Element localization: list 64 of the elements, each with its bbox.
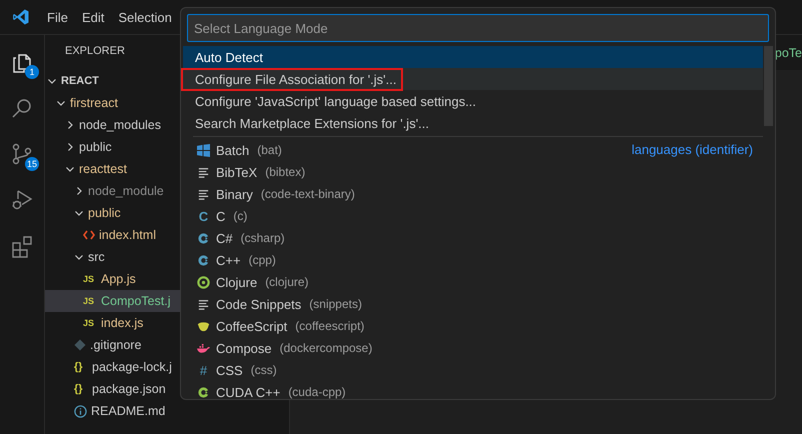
menu-item[interactable]: Auto Detect xyxy=(183,46,763,68)
count-badge: 15 xyxy=(24,157,39,171)
tree-item[interactable]: README.md xyxy=(45,400,289,422)
menu-item[interactable]: File xyxy=(40,10,75,24)
language-item[interactable]: BibTeX (bibtex) xyxy=(183,161,773,183)
menu-item[interactable]: Configure 'JavaScript' language based settings... xyxy=(183,90,763,112)
folder-name: node_modules xyxy=(79,118,162,132)
c-plus-icon xyxy=(197,254,210,266)
folder-name: public xyxy=(88,206,121,220)
menu-item[interactable]: Edit xyxy=(74,10,112,24)
language-item[interactable]: Clojure (clojure) xyxy=(183,271,773,293)
app-logo-icon xyxy=(12,8,30,26)
file-name: package.json xyxy=(92,382,166,396)
diamond-icon xyxy=(74,339,86,351)
file-name: App.js xyxy=(101,272,136,286)
folder-name: node_module xyxy=(88,184,164,198)
folder-name: src xyxy=(88,250,105,264)
menu-item[interactable]: Configure File Association for '.js'... xyxy=(183,68,763,90)
count-badge: 1 xyxy=(25,65,39,79)
group-label: languages (identifier) xyxy=(632,142,753,157)
cup-icon xyxy=(197,320,210,332)
ring-icon xyxy=(197,276,210,288)
braces-icon: {} xyxy=(74,361,88,373)
c-letter-icon: C xyxy=(197,208,210,224)
language-item[interactable]: # CSS (css) xyxy=(183,359,773,381)
braces-icon: {} xyxy=(74,383,88,395)
language-item[interactable]: Binary (code-text-binary) xyxy=(183,183,773,205)
menu-item[interactable]: Search Marketplace Extensions for '.js'... xyxy=(183,112,763,134)
file-name: .gitignore xyxy=(90,338,142,352)
activity-icon[interactable]: 1 xyxy=(0,39,44,85)
file-name: CompoTest.j xyxy=(101,294,170,308)
sidebar-title: EXPLORER xyxy=(65,45,125,57)
whale-icon xyxy=(197,342,210,354)
text-lines-icon xyxy=(197,188,210,200)
language-item[interactable]: C C (c) xyxy=(183,205,773,227)
file-name: package-lock.j xyxy=(92,360,172,374)
language-item[interactable]: C++ (cpp) xyxy=(183,249,773,271)
c-plus-icon xyxy=(197,232,210,244)
text-lines-icon xyxy=(197,166,210,178)
js-file-icon: JS xyxy=(83,318,97,328)
js-file-icon: JS xyxy=(83,274,97,284)
language-item[interactable]: C# (csharp) xyxy=(183,227,773,249)
language-item[interactable]: CUDA C++ (cuda-cpp) xyxy=(183,381,773,403)
extensions-icon xyxy=(10,234,34,258)
js-file-icon: JS xyxy=(83,296,97,306)
language-item[interactable]: CoffeeScript (coffeescript) xyxy=(183,315,773,337)
info-icon xyxy=(74,404,87,418)
language-item[interactable]: Compose (dockercompose) xyxy=(183,337,773,359)
folder-name: REACT xyxy=(61,75,99,87)
code-brackets-icon xyxy=(83,230,95,240)
file-name: index.js xyxy=(101,316,144,330)
activity-icon[interactable]: 15 xyxy=(0,131,44,177)
search-field[interactable]: Select Language Mode xyxy=(187,14,769,42)
file-name: README.md xyxy=(91,404,166,418)
folder-name: firstreact xyxy=(70,96,118,110)
text-lines-icon xyxy=(197,298,210,310)
folder-name: reacttest xyxy=(79,162,127,176)
menu-item[interactable]: Selection xyxy=(111,10,179,24)
run-debug-icon xyxy=(10,188,34,212)
folder-name: public xyxy=(79,140,112,154)
hash-icon: # xyxy=(197,362,210,378)
scrollbar[interactable] xyxy=(764,46,773,126)
windows-icon xyxy=(197,144,210,156)
file-name: index.html xyxy=(99,228,156,242)
